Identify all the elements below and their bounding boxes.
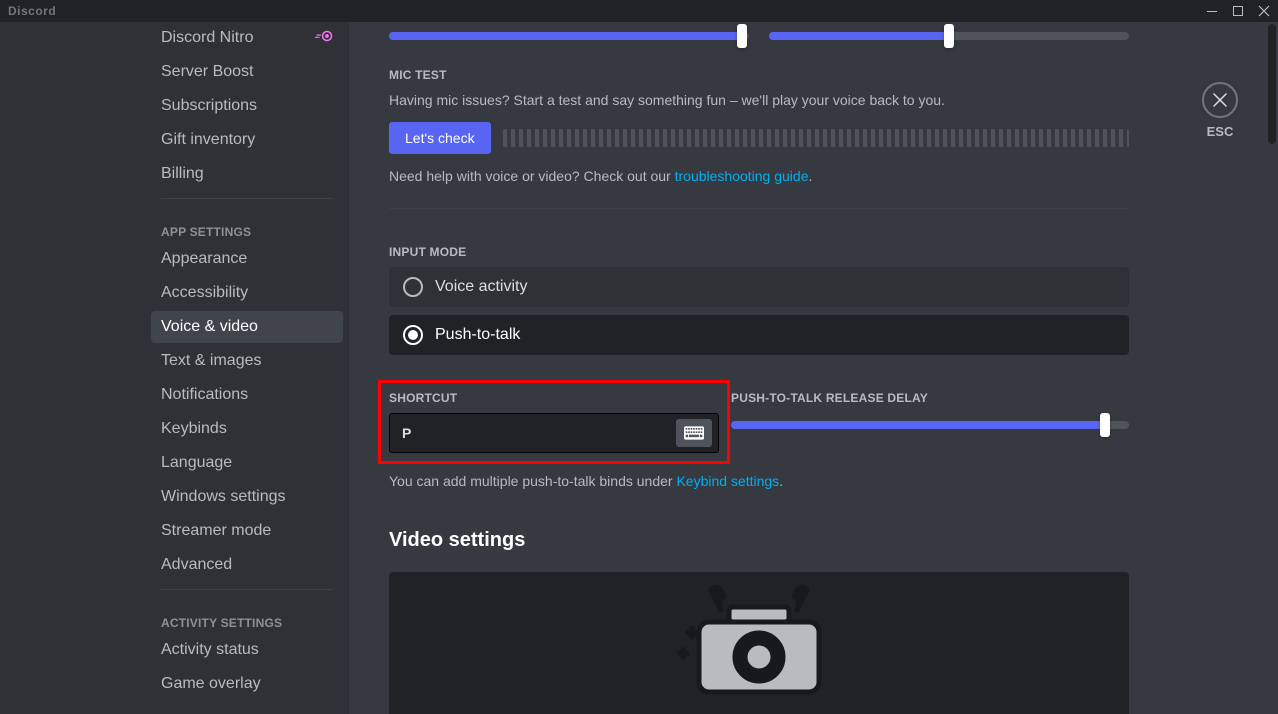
sidebar-item-label: Activity status: [161, 640, 259, 660]
help-line: Need help with voice or video? Check out…: [389, 168, 1129, 184]
sidebar-item-game-overlay[interactable]: Game overlay: [151, 668, 343, 700]
input-mode-push-to-talk[interactable]: Push-to-talk: [389, 315, 1129, 355]
sidebar-item-label: Server Boost: [161, 62, 253, 82]
sidebar-item-text-images[interactable]: Text & images: [151, 345, 343, 377]
hint-text-post: .: [779, 473, 783, 489]
sidebar-item-streamer-mode[interactable]: Streamer mode: [151, 515, 343, 547]
input-mode-voice-activity[interactable]: Voice activity: [389, 267, 1129, 307]
minimize-icon[interactable]: [1206, 5, 1218, 17]
ptt-delay-label: PUSH-TO-TALK RELEASE DELAY: [731, 391, 1129, 405]
shortcut-highlight: SHORTCUT P: [378, 380, 730, 464]
shortcut-label: SHORTCUT: [389, 391, 719, 405]
sidebar-header: ACTIVITY SETTINGS: [151, 598, 343, 634]
video-settings-heading: Video settings: [389, 529, 1129, 552]
sidebar-item-label: Notifications: [161, 385, 248, 405]
sidebar-item-voice-video[interactable]: Voice & video: [151, 311, 343, 343]
sidebar-item-discord-nitro[interactable]: Discord Nitro: [151, 22, 343, 54]
svg-text:✦: ✦: [687, 626, 697, 640]
sidebar-item-server-boost[interactable]: Server Boost: [151, 56, 343, 88]
sidebar-item-activity-status[interactable]: Activity status: [151, 634, 343, 666]
keyboard-icon[interactable]: [676, 419, 712, 447]
sidebar-item-appearance[interactable]: Appearance: [151, 243, 343, 275]
sidebar-item-subscriptions[interactable]: Subscriptions: [151, 90, 343, 122]
settings-sidebar: Discord Nitro Server Boost Subscriptions Gi…: [0, 22, 349, 714]
mic-test-desc: Having mic issues? Start a test and say …: [389, 90, 1129, 110]
sidebar-item-notifications[interactable]: Notifications: [151, 379, 343, 411]
scrollbar[interactable]: [1268, 24, 1276, 144]
sidebar-item-label: Streamer mode: [161, 521, 271, 541]
radio-label: Voice activity: [435, 278, 527, 296]
sidebar-item-label: Windows settings: [161, 487, 286, 507]
input-mode-label: INPUT MODE: [389, 245, 1129, 259]
sidebar-item-accessibility[interactable]: Accessibility: [151, 277, 343, 309]
sidebar-item-label: Text & images: [161, 351, 261, 371]
sidebar-item-label: Game overlay: [161, 674, 261, 694]
video-preview: ✦ ✦: [389, 572, 1129, 714]
troubleshooting-link[interactable]: troubleshooting guide: [675, 168, 809, 184]
sidebar-item-gift-inventory[interactable]: Gift inventory: [151, 124, 343, 156]
keybind-settings-link[interactable]: Keybind settings: [676, 473, 779, 489]
svg-text:✦: ✦: [679, 649, 687, 660]
window-controls: [1206, 5, 1270, 17]
mic-meter: [503, 129, 1129, 147]
sidebar-item-advanced[interactable]: Advanced: [151, 549, 343, 581]
radio-icon: [403, 325, 423, 345]
sidebar-item-label: Gift inventory: [161, 130, 255, 150]
sidebar-item-label: Accessibility: [161, 283, 248, 303]
sidebar-item-label: Appearance: [161, 249, 247, 269]
help-text-post: .: [809, 168, 813, 184]
help-text: Need help with voice or video? Check out…: [389, 168, 675, 184]
input-volume-slider[interactable]: [389, 24, 749, 48]
close-settings: ESC: [1202, 82, 1238, 139]
nitro-icon: [315, 28, 333, 48]
sidebar-item-label: Advanced: [161, 555, 232, 575]
mic-test-button[interactable]: Let's check: [389, 122, 491, 154]
sidebar-item-label: Billing: [161, 164, 204, 184]
hint-text: You can add multiple push-to-talk binds …: [389, 473, 676, 489]
titlebar: Discord: [0, 0, 1278, 22]
sidebar-item-windows-settings[interactable]: Windows settings: [151, 481, 343, 513]
close-settings-button[interactable]: [1202, 82, 1238, 118]
sidebar-item-label: Keybinds: [161, 419, 227, 439]
sidebar-item-billing[interactable]: Billing: [151, 158, 343, 190]
radio-icon: [403, 277, 423, 297]
sidebar-item-label: Discord Nitro: [161, 28, 253, 48]
input-mode-group: Voice activity Push-to-talk: [389, 267, 1129, 355]
shortcut-input[interactable]: P: [389, 413, 719, 453]
camera-icon: ✦ ✦: [669, 582, 849, 702]
maximize-icon[interactable]: [1232, 5, 1244, 17]
radio-label: Push-to-talk: [435, 326, 520, 344]
sidebar-item-label: Voice & video: [161, 317, 258, 337]
sidebar-header: APP SETTINGS: [151, 207, 343, 243]
close-icon[interactable]: [1258, 5, 1270, 17]
sidebar-item-label: Language: [161, 453, 232, 473]
sidebar-item-language[interactable]: Language: [151, 447, 343, 479]
app-logo: Discord: [8, 4, 56, 18]
sidebar-item-label: Subscriptions: [161, 96, 257, 116]
mic-test-label: MIC TEST: [389, 68, 1129, 82]
output-volume-slider[interactable]: [769, 24, 1129, 48]
close-label: ESC: [1207, 124, 1234, 139]
ptt-delay-slider[interactable]: [731, 413, 1129, 437]
sidebar-item-keybinds[interactable]: Keybinds: [151, 413, 343, 445]
shortcut-hint: You can add multiple push-to-talk binds …: [389, 473, 1129, 489]
shortcut-value: P: [396, 425, 676, 441]
